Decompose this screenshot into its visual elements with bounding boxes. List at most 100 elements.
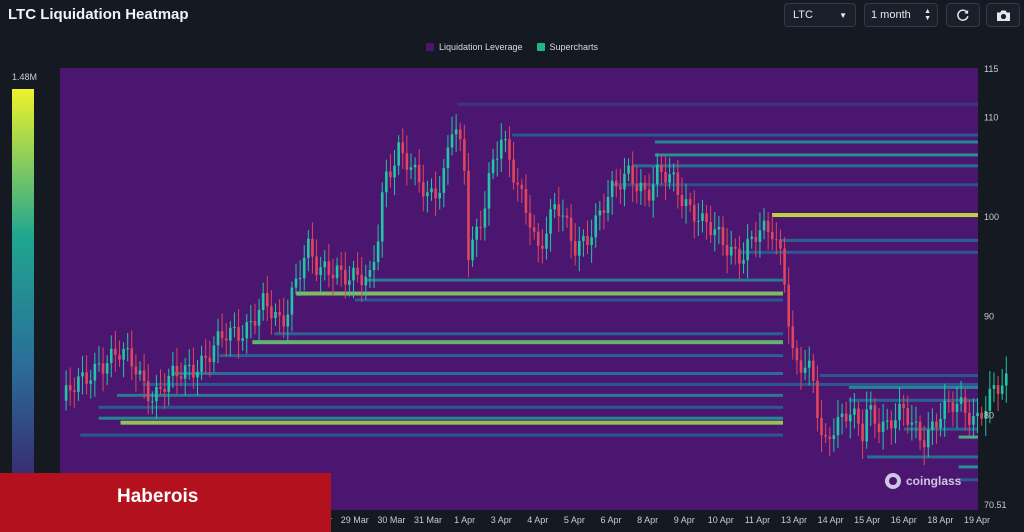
candle-body [528, 212, 532, 228]
candle-body [315, 256, 318, 276]
candle-body [980, 412, 983, 419]
legend-item-supercharts[interactable]: Supercharts [536, 42, 598, 52]
candle-body [614, 180, 618, 187]
legend-swatch-supercharts [536, 43, 545, 51]
x-tick-label: 8 Apr [637, 515, 658, 525]
y-tick-label: 110 [984, 113, 998, 123]
candle-body [409, 167, 413, 170]
liquidation-band [171, 371, 784, 375]
candle-body [762, 220, 766, 231]
candle-body [582, 236, 585, 241]
candle-body [245, 322, 249, 339]
coinglass-logo-icon [885, 473, 901, 489]
range-select-value: 1 month [871, 9, 911, 21]
candle-body [795, 348, 799, 361]
candle-body [968, 412, 971, 425]
candle-body [286, 314, 290, 327]
candle-body [81, 372, 84, 377]
liquidation-band [958, 465, 978, 469]
candle-body [467, 170, 470, 261]
candle-body [816, 380, 819, 418]
y-tick-label: 70.51 [984, 500, 1007, 510]
candle-body [298, 278, 302, 280]
candle-body [988, 388, 992, 411]
candle-body [208, 357, 212, 363]
candle-body [721, 227, 725, 246]
legend-item-liquidation[interactable]: Liquidation Leverage [425, 42, 523, 52]
candle-body [421, 182, 425, 197]
candle-body [237, 326, 240, 341]
candle-body [142, 370, 146, 382]
candle-body [709, 222, 712, 236]
candle-body [873, 405, 877, 424]
legend-label-liquidation: Liquidation Leverage [438, 42, 523, 52]
candle-body [812, 360, 815, 381]
candle-body [791, 326, 795, 349]
y-tick-label: 100 [984, 212, 999, 222]
candle-body [922, 440, 926, 448]
candle-body [249, 321, 253, 323]
candle-body [348, 280, 351, 285]
candle-body [660, 164, 663, 172]
x-tick-label: 4 Apr [527, 515, 548, 525]
range-select[interactable]: 1 month ▲ ▼ [864, 3, 938, 27]
candle-body [446, 147, 450, 169]
candle-body [85, 372, 88, 384]
coin-select[interactable]: LTC ▼ [784, 3, 856, 27]
candle-body [105, 363, 109, 374]
watermark-text: coinglass [906, 474, 962, 488]
candle-body [565, 215, 569, 218]
candle-body [832, 435, 836, 439]
screenshot-button[interactable] [986, 3, 1020, 27]
candle-body [253, 321, 257, 326]
candle-body [705, 213, 708, 223]
candle-body [167, 375, 171, 392]
candle-body [561, 215, 565, 217]
candle-body [331, 274, 335, 279]
banner-text: Haberois [117, 486, 199, 507]
candle-body [746, 238, 749, 261]
liquidation-band [848, 398, 978, 402]
candle-body [138, 370, 142, 375]
candle-body [803, 367, 807, 373]
overlay-banner: Haberois [0, 473, 331, 532]
candle-body [471, 239, 474, 261]
candle-body [898, 403, 901, 421]
candle-body [233, 326, 236, 328]
y-tick-label: 90 [984, 311, 994, 321]
liquidation-band [654, 153, 978, 157]
candle-body [319, 267, 322, 276]
x-tick-label: 11 Apr [745, 515, 770, 525]
candle-body [532, 227, 536, 232]
candle-body [684, 199, 688, 207]
liquidation-band [512, 133, 978, 137]
candle-body [118, 354, 121, 360]
candle-body [951, 402, 955, 413]
candle-body [935, 421, 938, 428]
candle-body [549, 209, 552, 234]
candle-body [93, 363, 97, 381]
candle-body [766, 220, 770, 232]
candle-body [380, 192, 384, 242]
x-tick-label: 9 Apr [674, 515, 695, 525]
liquidation-band [457, 102, 978, 106]
candle-body [734, 246, 737, 249]
x-tick-label: 19 Apr [964, 515, 990, 525]
refresh-button[interactable] [946, 3, 980, 27]
liquidation-band [958, 478, 978, 482]
candle-body [672, 172, 676, 175]
candle-body [541, 245, 544, 249]
candle-body [343, 269, 347, 285]
candle-body [631, 165, 634, 185]
candle-body [1004, 373, 1008, 386]
candle-body [725, 245, 729, 256]
candle-body [635, 184, 639, 192]
candle-body [713, 229, 717, 236]
page-title: LTC Liquidation Heatmap [8, 6, 189, 23]
liquidation-band [819, 373, 978, 377]
candle-body [212, 345, 216, 363]
candle-body [187, 364, 191, 366]
liquidation-band [274, 332, 784, 336]
candle-body [524, 189, 528, 213]
candle-body [307, 238, 310, 258]
